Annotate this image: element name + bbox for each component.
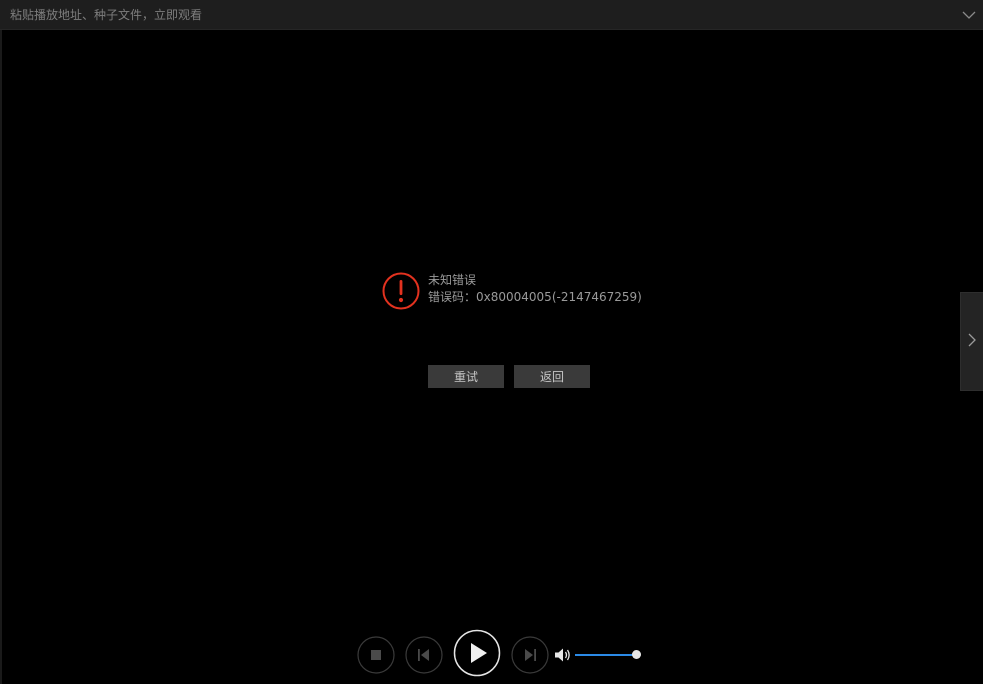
volume-fill (575, 654, 636, 656)
url-input[interactable] (2, 2, 942, 28)
skip-next-icon (511, 636, 549, 674)
left-edge (0, 30, 2, 684)
side-panel-toggle[interactable] (960, 292, 983, 391)
chevron-right-icon (967, 332, 977, 352)
play-icon (453, 629, 501, 677)
url-bar (0, 0, 983, 30)
stop-icon (357, 636, 395, 674)
chevron-down-icon[interactable] (961, 7, 977, 23)
next-button[interactable] (511, 636, 549, 674)
volume-icon (554, 647, 572, 663)
play-button[interactable] (453, 629, 501, 677)
error-title: 未知错误 (428, 273, 477, 287)
skip-previous-icon (405, 636, 443, 674)
volume-slider[interactable] (575, 648, 643, 662)
volume-button[interactable] (554, 647, 572, 663)
previous-button[interactable] (405, 636, 443, 674)
retry-button[interactable]: 重试 (428, 365, 504, 388)
exclamation-circle-icon (382, 272, 420, 310)
volume-knob[interactable] (632, 650, 641, 659)
back-button[interactable]: 返回 (514, 365, 590, 388)
error-code: 错误码：0x80004005(-2147467259) (428, 290, 642, 304)
stop-button[interactable] (357, 636, 395, 674)
